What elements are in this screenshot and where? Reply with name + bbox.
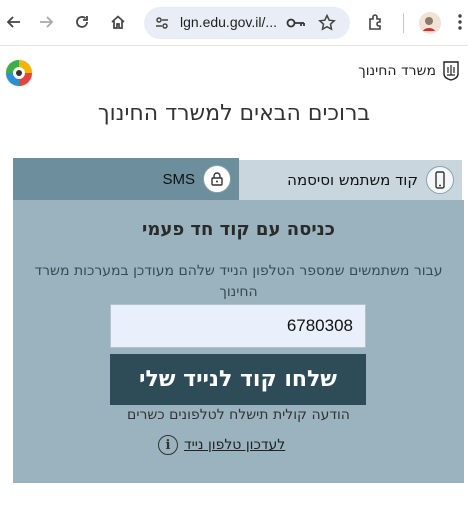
- voice-message-note: הודעה קולית תישלח לטלפונים כשרים: [127, 407, 350, 423]
- send-code-button[interactable]: שלחו קוד לנייד שלי: [110, 354, 366, 405]
- url-text[interactable]: lgn.edu.gov.il/...: [180, 14, 277, 30]
- back-icon[interactable]: [0, 8, 28, 36]
- login-description: עבור משתמשים שמספר הטלפון הנייד שלהם מעו…: [34, 263, 443, 300]
- tab-user-password-label: קוד משתמש וסיסמה: [287, 171, 418, 189]
- ministry-name: משרד החינוך: [358, 63, 436, 79]
- address-bar[interactable]: lgn.edu.gov.il/...: [144, 7, 350, 39]
- profile-avatar-icon[interactable]: [419, 12, 441, 34]
- ministry-header: משרד החינוך: [358, 60, 460, 82]
- site-info-icon[interactable]: [154, 15, 170, 35]
- state-emblem-icon: [443, 61, 459, 81]
- home-icon[interactable]: [104, 8, 132, 36]
- tab-user-password[interactable]: קוד משתמש וסיסמה: [239, 158, 464, 200]
- phone-number-field[interactable]: [110, 304, 366, 348]
- password-key-icon[interactable]: [286, 15, 306, 35]
- browser-toolbar: lgn.edu.gov.il/...: [0, 0, 468, 46]
- login-title: כניסה עם קוד חד פעמי: [142, 219, 335, 240]
- update-phone-link[interactable]: לעדכון טלפון נייד: [184, 437, 285, 453]
- lock-icon: [203, 165, 231, 193]
- tab-sms[interactable]: SMS: [13, 158, 239, 200]
- bookmark-star-icon[interactable]: [318, 13, 336, 36]
- update-phone-row: i לעדכון טלפון נייד: [158, 434, 285, 456]
- extensions-icon[interactable]: [362, 8, 390, 36]
- reload-icon[interactable]: [68, 8, 96, 36]
- tab-sms-label: SMS: [162, 170, 195, 188]
- page-title: ברוכים הבאים למשרד החינוך: [97, 101, 371, 126]
- info-icon[interactable]: i: [158, 435, 178, 455]
- forward-icon[interactable]: [32, 8, 60, 36]
- login-card: SMS קוד משתמש וסיסמה כניסה עם קוד חד פעמ…: [13, 158, 464, 483]
- mobile-phone-icon: [426, 166, 454, 194]
- menu-kebab-icon[interactable]: [446, 8, 468, 36]
- accessibility-logo-icon[interactable]: [4, 58, 34, 88]
- toolbar-divider: [403, 13, 404, 33]
